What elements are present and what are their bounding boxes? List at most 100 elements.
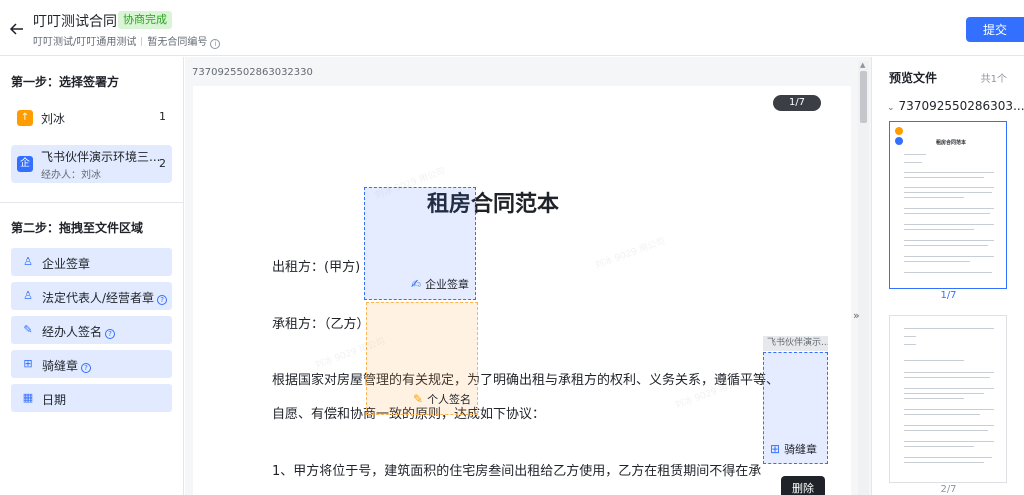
preview-panel: » 预览文件 共1个 ⌄ 737092550286303... 租房合同范本 1/… [853, 57, 1024, 495]
signer-name: 飞书伙伴演示环境三... [41, 150, 161, 164]
field-label: 日期 [42, 393, 67, 407]
thumb-line [904, 261, 970, 262]
help-icon[interactable]: ? [81, 363, 92, 373]
cross-page-seal-icon: ⊞ [770, 442, 781, 456]
field-legal-rep-seal[interactable]: ♙ 法定代表人/经营者章? [11, 282, 172, 310]
thumb-line [904, 457, 992, 458]
thumb-line [904, 377, 990, 378]
thumb-line [904, 462, 984, 463]
contract-title: 叮叮测试合同2 [33, 14, 126, 30]
document-page: 1/7 租房合同范本 出租方：(甲方) 承租方：（乙方） 根据国家对房屋管理的有… [193, 86, 851, 495]
signer-item-company[interactable]: 企 飞书伙伴演示环境三... 经办人：刘冰 2 [11, 145, 172, 183]
preview-file-name[interactable]: ⌄ 737092550286303... [887, 99, 1024, 113]
section-divider [0, 202, 184, 203]
scroll-up-arrow-icon[interactable]: ▲ [860, 61, 865, 69]
thumb-line [904, 229, 974, 230]
preview-title: 预览文件 [889, 71, 938, 85]
submit-button[interactable]: 提交 [966, 17, 1024, 42]
page-thumbnail[interactable]: 租房合同范本 [889, 121, 1007, 289]
thumb-line [904, 328, 994, 329]
thumb-line [904, 398, 964, 399]
thumb-line [904, 388, 994, 389]
field-handler-signature[interactable]: ✎ 经办人签名? [11, 316, 172, 344]
thumb-line [904, 256, 994, 257]
doc-line: 1、甲方将位于号，建筑面积的住宅房叁间出租给乙方使用，乙方在租赁期间不得在承 [272, 464, 762, 479]
vertical-scrollbar[interactable]: ▲ [858, 61, 869, 495]
cross-seal-label: ⊞ 骑缝章 [770, 442, 818, 456]
thumbnail-page-label: 1/7 [940, 290, 957, 301]
signature-label: ✎ 个人签名 [413, 392, 472, 406]
doc-line: 承租方：（乙方） [272, 317, 370, 332]
thumb-line [904, 192, 992, 193]
info-icon[interactable]: i [210, 39, 221, 49]
company-icon: 企 [17, 156, 33, 172]
breadcrumb[interactable]: 叮叮测试/叮叮通用测试 [33, 37, 136, 48]
thumb-line [904, 393, 984, 394]
thumb-line [904, 272, 992, 273]
thumbnail-page-label: 2/7 [940, 484, 957, 495]
page-thumbnail[interactable] [889, 315, 1007, 483]
thumb-line [904, 162, 922, 163]
signer-order: 2 [159, 157, 166, 170]
thumb-line [904, 154, 926, 155]
seal-icon: ♙ [23, 255, 33, 268]
cross-page-seal-placeholder[interactable]: ⊞ 骑缝章 [763, 352, 828, 464]
thumb-line [904, 197, 964, 198]
cross-page-seal-icon: ⊞ [23, 357, 33, 370]
thumb-line [904, 172, 994, 173]
signer-name: 刘冰 [41, 112, 66, 126]
step2-title: 第二步：拖拽至文件区域 [11, 221, 144, 235]
seal-icon: ♙ [23, 289, 33, 302]
doc-line: 出租方：(甲方) [272, 260, 361, 275]
top-header: 叮叮测试合同2 协商完成 叮叮测试/叮叮通用测试 暂无合同编号 i 提交 [0, 0, 1024, 56]
back-arrow-icon[interactable] [8, 20, 26, 38]
help-icon[interactable]: ? [105, 329, 116, 339]
thumb-line [904, 344, 916, 345]
preview-count: 共1个 [980, 74, 1007, 85]
calendar-icon: ▦ [22, 391, 34, 404]
delete-button[interactable]: 删除 [781, 476, 825, 495]
field-label: 经办人签名? [42, 323, 116, 340]
thumb-line [904, 336, 916, 337]
document-area: 7370925502863032330 1/7 租房合同范本 出租方：(甲方) … [185, 57, 871, 495]
scrollbar-thumb[interactable] [860, 71, 867, 123]
field-cross-page-seal[interactable]: ⊞ 骑缝章? [11, 350, 172, 378]
thumb-line [904, 430, 988, 431]
contract-number: 暂无合同编号 [147, 37, 208, 48]
thumbnail-title: 租房合同范本 [936, 140, 967, 146]
thumb-line [904, 245, 988, 246]
help-icon[interactable]: ? [157, 295, 168, 305]
signer-dot [895, 137, 903, 145]
signature-icon: ✎ [413, 392, 424, 406]
person-icon: ↑ [17, 110, 33, 126]
signature-icon: ✎ [23, 323, 33, 336]
left-panel: 第一步：选择签署方 ↑ 刘冰 1 企 飞书伙伴演示环境三... 经办人：刘冰 2… [0, 57, 184, 495]
company-seal-placeholder[interactable]: ✍ 企业签章 [364, 187, 476, 300]
thumb-line [904, 177, 984, 178]
watermark: 刘冰 9029 用公司 [594, 236, 667, 272]
thumb-line [904, 224, 994, 225]
seal-icon: ✍ [411, 277, 422, 291]
personal-signature-placeholder[interactable]: ✎ 个人签名 [366, 302, 478, 415]
field-company-seal[interactable]: ♙ 企业签章 [11, 248, 172, 276]
thumb-line [904, 441, 994, 442]
thumb-line [904, 446, 974, 447]
field-date[interactable]: ▦ 日期 [11, 384, 172, 412]
signer-order: 1 [159, 110, 166, 123]
step1-title: 第一步：选择签署方 [11, 75, 120, 89]
signer-item-individual[interactable]: ↑ 刘冰 1 [11, 105, 172, 131]
signer-dot [895, 127, 903, 135]
field-label: 骑缝章? [42, 357, 92, 374]
thumb-line [904, 208, 994, 209]
document-id: 7370925502863032330 [192, 67, 313, 78]
field-label: 法定代表人/经营者章? [42, 289, 168, 306]
thumb-line [904, 414, 980, 415]
status-badge: 协商完成 [118, 11, 172, 29]
collapse-panel-icon[interactable]: » [853, 309, 860, 322]
field-label: 企业签章 [42, 257, 91, 271]
thumb-line [904, 409, 994, 410]
thumb-line [904, 240, 994, 241]
chevron-down-icon: ⌄ [887, 103, 895, 113]
thumb-line [904, 360, 964, 361]
thumb-line [904, 372, 994, 373]
